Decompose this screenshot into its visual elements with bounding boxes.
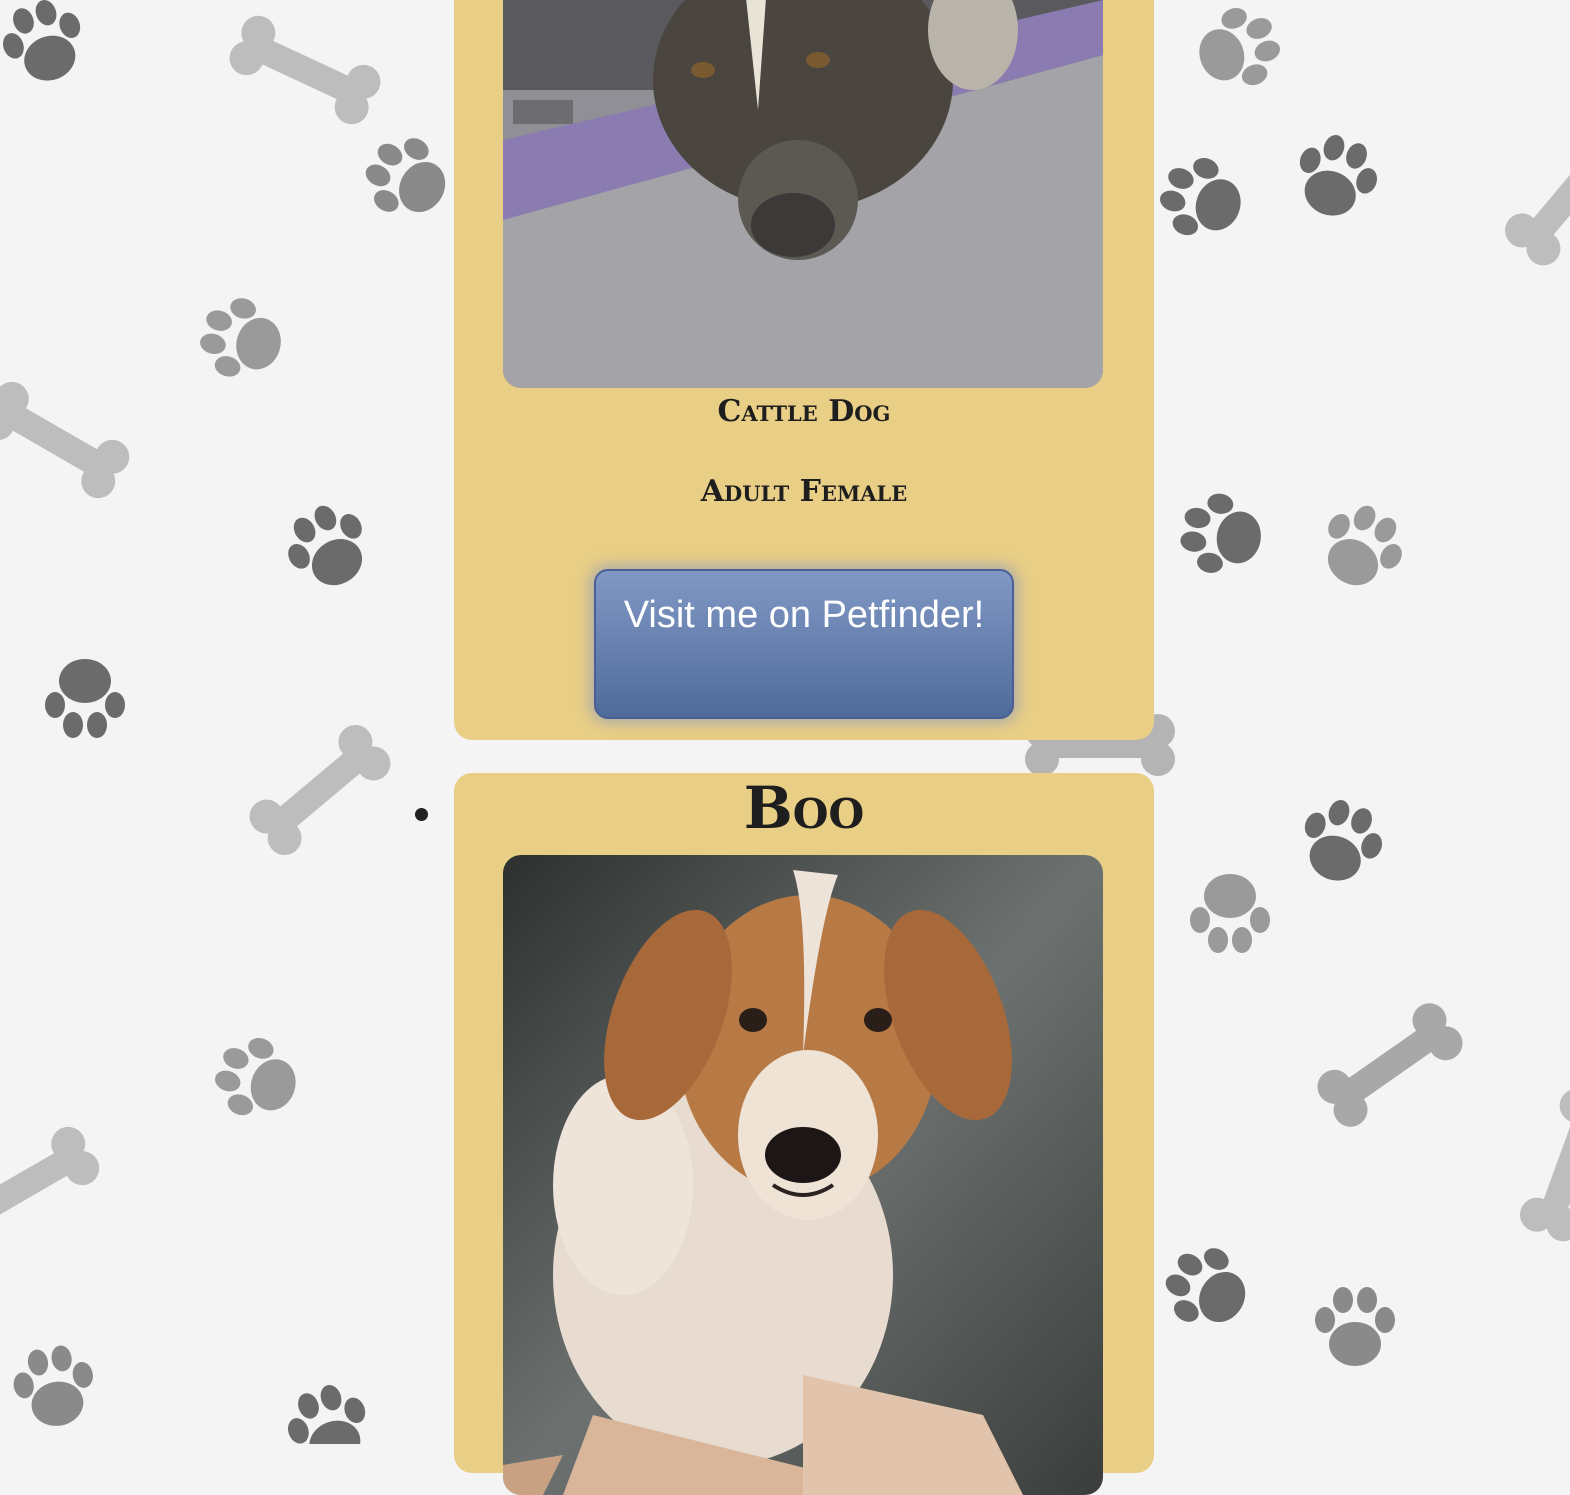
pet-breed: Cattle Dog — [717, 394, 891, 429]
pet-photo — [503, 0, 1103, 388]
list-bullet-icon — [415, 808, 428, 821]
pet-name: Boo — [743, 774, 865, 842]
pet-age-sex: Adult Female — [700, 474, 908, 509]
pet-list: Cattle Dog Adult Female Visit me on Petf… — [0, 0, 1570, 1495]
visit-petfinder-button[interactable]: Visit me on Petfinder! — [594, 569, 1014, 719]
pet-card: Boo — [454, 773, 1154, 1495]
pet-photo — [503, 855, 1103, 1495]
pet-card: Cattle Dog Adult Female Visit me on Petf… — [454, 0, 1154, 740]
